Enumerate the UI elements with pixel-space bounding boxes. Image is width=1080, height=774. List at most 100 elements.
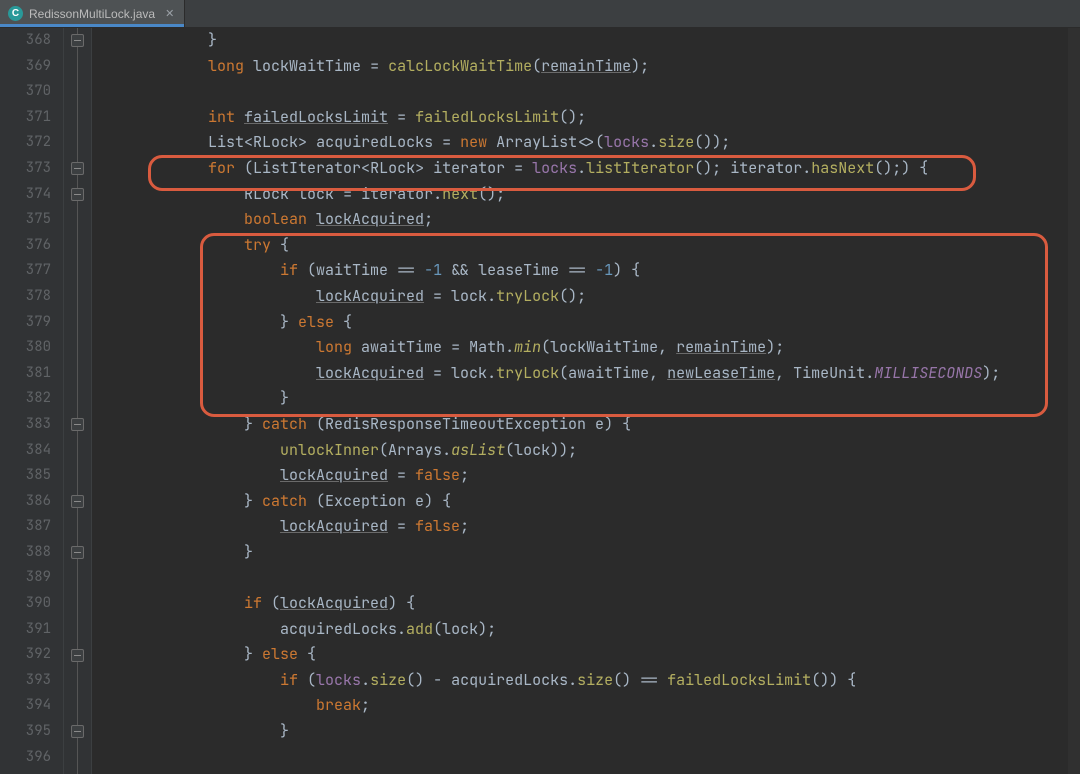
code-line[interactable]: break;	[100, 693, 1080, 719]
code-line[interactable]: if (locks.size() - acquiredLocks.size() …	[100, 668, 1080, 694]
fold-slot	[64, 130, 91, 156]
token-pun	[100, 132, 208, 152]
fold-slot	[64, 335, 91, 361]
line-number: 396	[0, 745, 51, 771]
code-line[interactable]: lockAcquired = false;	[100, 514, 1080, 540]
line-number: 381	[0, 361, 51, 387]
fold-slot	[64, 79, 91, 105]
token-id: >	[298, 132, 316, 152]
token-kw: catch	[262, 491, 307, 511]
code-line[interactable]: if (lockAcquired) {	[100, 591, 1080, 617]
code-line[interactable]: lockAcquired = lock.tryLock(awaitTime, n…	[100, 361, 1080, 387]
line-number: 395	[0, 719, 51, 745]
token-param: lockAcquired	[316, 286, 424, 306]
token-pun: ;	[460, 465, 469, 485]
code-line[interactable]	[100, 745, 1080, 771]
token-kw: for	[208, 158, 235, 178]
fold-slot	[64, 156, 91, 182]
code-line[interactable]: } else {	[100, 310, 1080, 336]
code-line[interactable]: for (ListIterator<RLock> iterator = lock…	[100, 156, 1080, 182]
code-line[interactable]: RLock lock = iterator.next();	[100, 182, 1080, 208]
token-fn: size	[577, 670, 613, 690]
token-pun	[100, 260, 280, 280]
token-pun: .	[361, 670, 370, 690]
token-pun	[100, 363, 316, 383]
code-line[interactable]: if (waitTime == -1 && leaseTime == -1) {	[100, 258, 1080, 284]
fold-slot	[64, 54, 91, 80]
token-pun	[244, 56, 253, 76]
code-editor[interactable]: 3683693703713723733743753763773783793803…	[0, 28, 1080, 774]
token-kw: if	[244, 593, 262, 613]
token-pun: );	[478, 619, 496, 639]
token-id: lockWaitTime	[550, 337, 658, 357]
fold-toggle-icon[interactable]	[71, 546, 84, 559]
token-pun: =	[388, 107, 415, 127]
code-line[interactable]: }	[100, 28, 1080, 54]
token-fn: failedLocksLimit	[667, 670, 811, 690]
code-line[interactable]	[100, 565, 1080, 591]
close-icon[interactable]: ✕	[165, 7, 174, 20]
token-pun: .	[487, 363, 496, 383]
token-pun: ();	[559, 107, 586, 127]
code-line[interactable]: unlockInner(Arrays.asList(lock));	[100, 438, 1080, 464]
token-pun	[100, 158, 208, 178]
token-pun: }	[100, 312, 298, 332]
fold-toggle-icon[interactable]	[71, 34, 84, 47]
class-icon: C	[8, 6, 23, 21]
code-line[interactable]: acquiredLocks.add(lock);	[100, 617, 1080, 643]
fold-toggle-icon[interactable]	[71, 725, 84, 738]
token-id: leaseTime	[478, 260, 559, 280]
token-id: Arrays	[388, 440, 442, 460]
code-line[interactable]: long awaitTime = Math.min(lockWaitTime, …	[100, 335, 1080, 361]
code-line[interactable]: lockAcquired = lock.tryLock();	[100, 284, 1080, 310]
token-pun: ());	[694, 132, 730, 152]
code-line[interactable]: try {	[100, 233, 1080, 259]
fold-toggle-icon[interactable]	[71, 649, 84, 662]
token-param: lockAcquired	[316, 209, 424, 229]
code-line[interactable]: }	[100, 386, 1080, 412]
token-id: lock	[298, 184, 334, 204]
line-number: 389	[0, 565, 51, 591]
line-number: 372	[0, 130, 51, 156]
file-tab[interactable]: C RedissonMultiLock.java ✕	[0, 0, 185, 27]
token-pun: .	[568, 670, 577, 690]
token-pun: .	[487, 286, 496, 306]
token-pun: (	[307, 491, 325, 511]
token-ty: RLock	[244, 184, 289, 204]
code-line[interactable]: }	[100, 540, 1080, 566]
line-number: 393	[0, 668, 51, 694]
code-line[interactable]: }	[100, 719, 1080, 745]
token-pun: ;	[361, 695, 370, 715]
code-line[interactable]	[100, 79, 1080, 105]
token-fn: size	[370, 670, 406, 690]
code-line[interactable]: lockAcquired = false;	[100, 463, 1080, 489]
code-line[interactable]: } catch (Exception e) {	[100, 489, 1080, 515]
fold-toggle-icon[interactable]	[71, 188, 84, 201]
code-line[interactable]: } catch (RedisResponseTimeoutException e…	[100, 412, 1080, 438]
code-line[interactable]: boolean lockAcquired;	[100, 207, 1080, 233]
code-line[interactable]: long lockWaitTime = calcLockWaitTime(rem…	[100, 54, 1080, 80]
token-pun: ;	[424, 209, 433, 229]
token-pun: {	[334, 312, 352, 332]
code-line[interactable]: int failedLocksLimit = failedLocksLimit(…	[100, 105, 1080, 131]
token-param: lockAcquired	[280, 465, 388, 485]
code-line[interactable]: List<RLock> acquiredLocks = new ArrayLis…	[100, 130, 1080, 156]
fold-toggle-icon[interactable]	[71, 418, 84, 431]
token-pun: =	[442, 337, 469, 357]
fold-toggle-icon[interactable]	[71, 495, 84, 508]
vertical-scrollbar[interactable]	[1068, 28, 1080, 774]
token-field: locks	[316, 670, 361, 690]
token-kw: if	[280, 670, 298, 690]
line-number: 387	[0, 514, 51, 540]
token-fn: tryLock	[496, 363, 559, 383]
tab-bar: C RedissonMultiLock.java ✕	[0, 0, 1080, 28]
fold-toggle-icon[interactable]	[71, 162, 84, 175]
code-area[interactable]: } long lockWaitTime = calcLockWaitTime(r…	[92, 28, 1080, 774]
line-number: 394	[0, 693, 51, 719]
code-line[interactable]: } else {	[100, 642, 1080, 668]
token-id: iterator	[730, 158, 802, 178]
token-pun: );	[766, 337, 784, 357]
token-kw: catch	[262, 414, 307, 434]
token-ty: RLock	[370, 158, 415, 178]
token-id: lock	[514, 440, 550, 460]
